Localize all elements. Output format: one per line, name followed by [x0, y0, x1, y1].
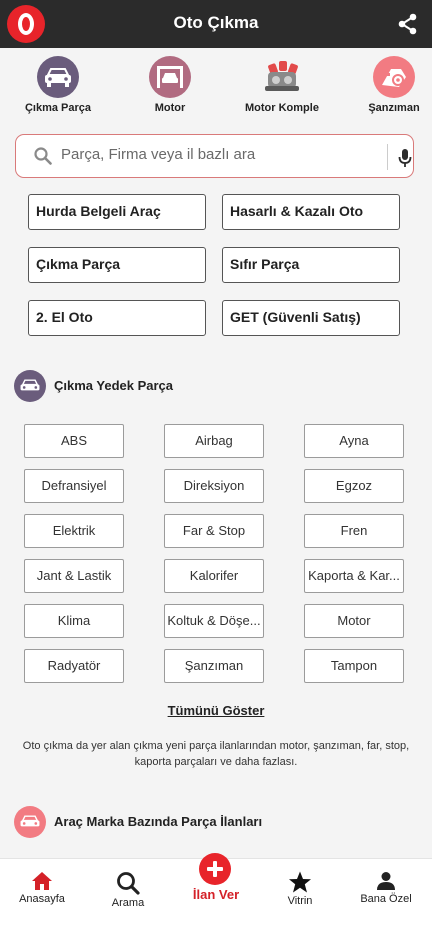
add-listing-icon[interactable]	[199, 853, 231, 885]
quick-link-get[interactable]: GET (Güvenli Satış)	[222, 300, 400, 336]
car-front-icon	[14, 806, 46, 838]
part-button[interactable]: Jant & Lastik	[24, 559, 124, 593]
engine-icon	[261, 56, 303, 98]
part-button[interactable]: Klima	[24, 604, 124, 638]
quick-link-2-el-oto[interactable]: 2. El Oto	[28, 300, 206, 336]
category-row: Çıkma Parça Motor Motor Komple Şanzıman	[0, 56, 432, 118]
microphone-icon[interactable]	[398, 148, 412, 168]
category-label: Çıkma Parça	[24, 102, 92, 114]
part-button[interactable]: ABS	[24, 424, 124, 458]
brand-section-header: Araç Marka Bazında Parça İlanları	[14, 806, 414, 838]
search-icon	[34, 147, 52, 165]
gearbox-icon	[373, 56, 415, 98]
part-button[interactable]: Far & Stop	[164, 514, 264, 548]
part-button[interactable]: Defransiyel	[24, 469, 124, 503]
search-icon	[117, 872, 140, 895]
car-front-icon	[37, 56, 79, 98]
quick-link-hasarli-kazali-oto[interactable]: Hasarlı & Kazalı Oto	[222, 194, 400, 230]
nav-label: Arama	[111, 897, 145, 909]
part-button[interactable]: Tampon	[304, 649, 404, 683]
category-label: Motor Komple	[245, 102, 319, 114]
part-button[interactable]: Motor	[304, 604, 404, 638]
car-lift-icon	[149, 56, 191, 98]
section-description: Oto çıkma da yer alan çıkma yeni parça i…	[22, 740, 410, 768]
parts-section-header: Çıkma Yedek Parça	[14, 370, 414, 402]
show-all-link[interactable]: Tümünü Göster	[0, 703, 432, 718]
part-button[interactable]: Kalorifer	[164, 559, 264, 593]
star-icon	[289, 871, 311, 893]
quick-link-cikma-parca[interactable]: Çıkma Parça	[28, 247, 206, 283]
category-label: Şanzıman	[368, 102, 420, 114]
nav-post-listing[interactable]: İlan Ver	[176, 887, 256, 902]
nav-showcase[interactable]: Vitrin	[260, 871, 340, 907]
part-button[interactable]: Egzoz	[304, 469, 404, 503]
part-button[interactable]: Radyatör	[24, 649, 124, 683]
quick-link-hurda-belgeli-arac[interactable]: Hurda Belgeli Araç	[28, 194, 206, 230]
share-icon[interactable]	[398, 13, 418, 35]
part-button[interactable]: Direksiyon	[164, 469, 264, 503]
category-motor-komple[interactable]: Motor Komple	[227, 56, 337, 114]
part-button[interactable]: Fren	[304, 514, 404, 548]
section-title: Araç Marka Bazında Parça İlanları	[54, 814, 263, 829]
part-button[interactable]: Ayna	[304, 424, 404, 458]
section-title: Çıkma Yedek Parça	[54, 378, 174, 393]
category-sanziman[interactable]: Şanzıman	[339, 56, 432, 114]
search-input[interactable]	[61, 146, 361, 163]
top-bar: Oto Çıkma	[0, 0, 432, 48]
nav-home[interactable]: Anasayfa	[2, 871, 82, 905]
category-cikma-parca[interactable]: Çıkma Parça	[3, 56, 113, 114]
bottom-nav: Anasayfa Arama İlan Ver Vitrin Bana Özel	[0, 853, 432, 932]
nav-label: Bana Özel	[360, 893, 412, 905]
part-button[interactable]: Şanzıman	[164, 649, 264, 683]
divider	[387, 144, 388, 170]
category-motor[interactable]: Motor	[115, 56, 225, 114]
search-box	[15, 134, 414, 178]
nav-label: Anasayfa	[19, 893, 65, 905]
user-icon	[377, 872, 395, 890]
app-title: Oto Çıkma	[173, 13, 259, 32]
category-label: Motor	[154, 102, 186, 114]
nav-search[interactable]: Arama	[88, 871, 168, 909]
part-button[interactable]: Koltuk & Döşe...	[164, 604, 264, 638]
home-icon	[32, 872, 52, 890]
part-button[interactable]: Airbag	[164, 424, 264, 458]
part-button[interactable]: Elektrik	[24, 514, 124, 548]
nav-label: Vitrin	[287, 895, 313, 907]
part-button[interactable]: Kaporta & Kar...	[304, 559, 404, 593]
nav-profile[interactable]: Bana Özel	[346, 871, 426, 905]
car-front-icon	[14, 370, 46, 402]
quick-link-sifir-parca[interactable]: Sıfır Parça	[222, 247, 400, 283]
